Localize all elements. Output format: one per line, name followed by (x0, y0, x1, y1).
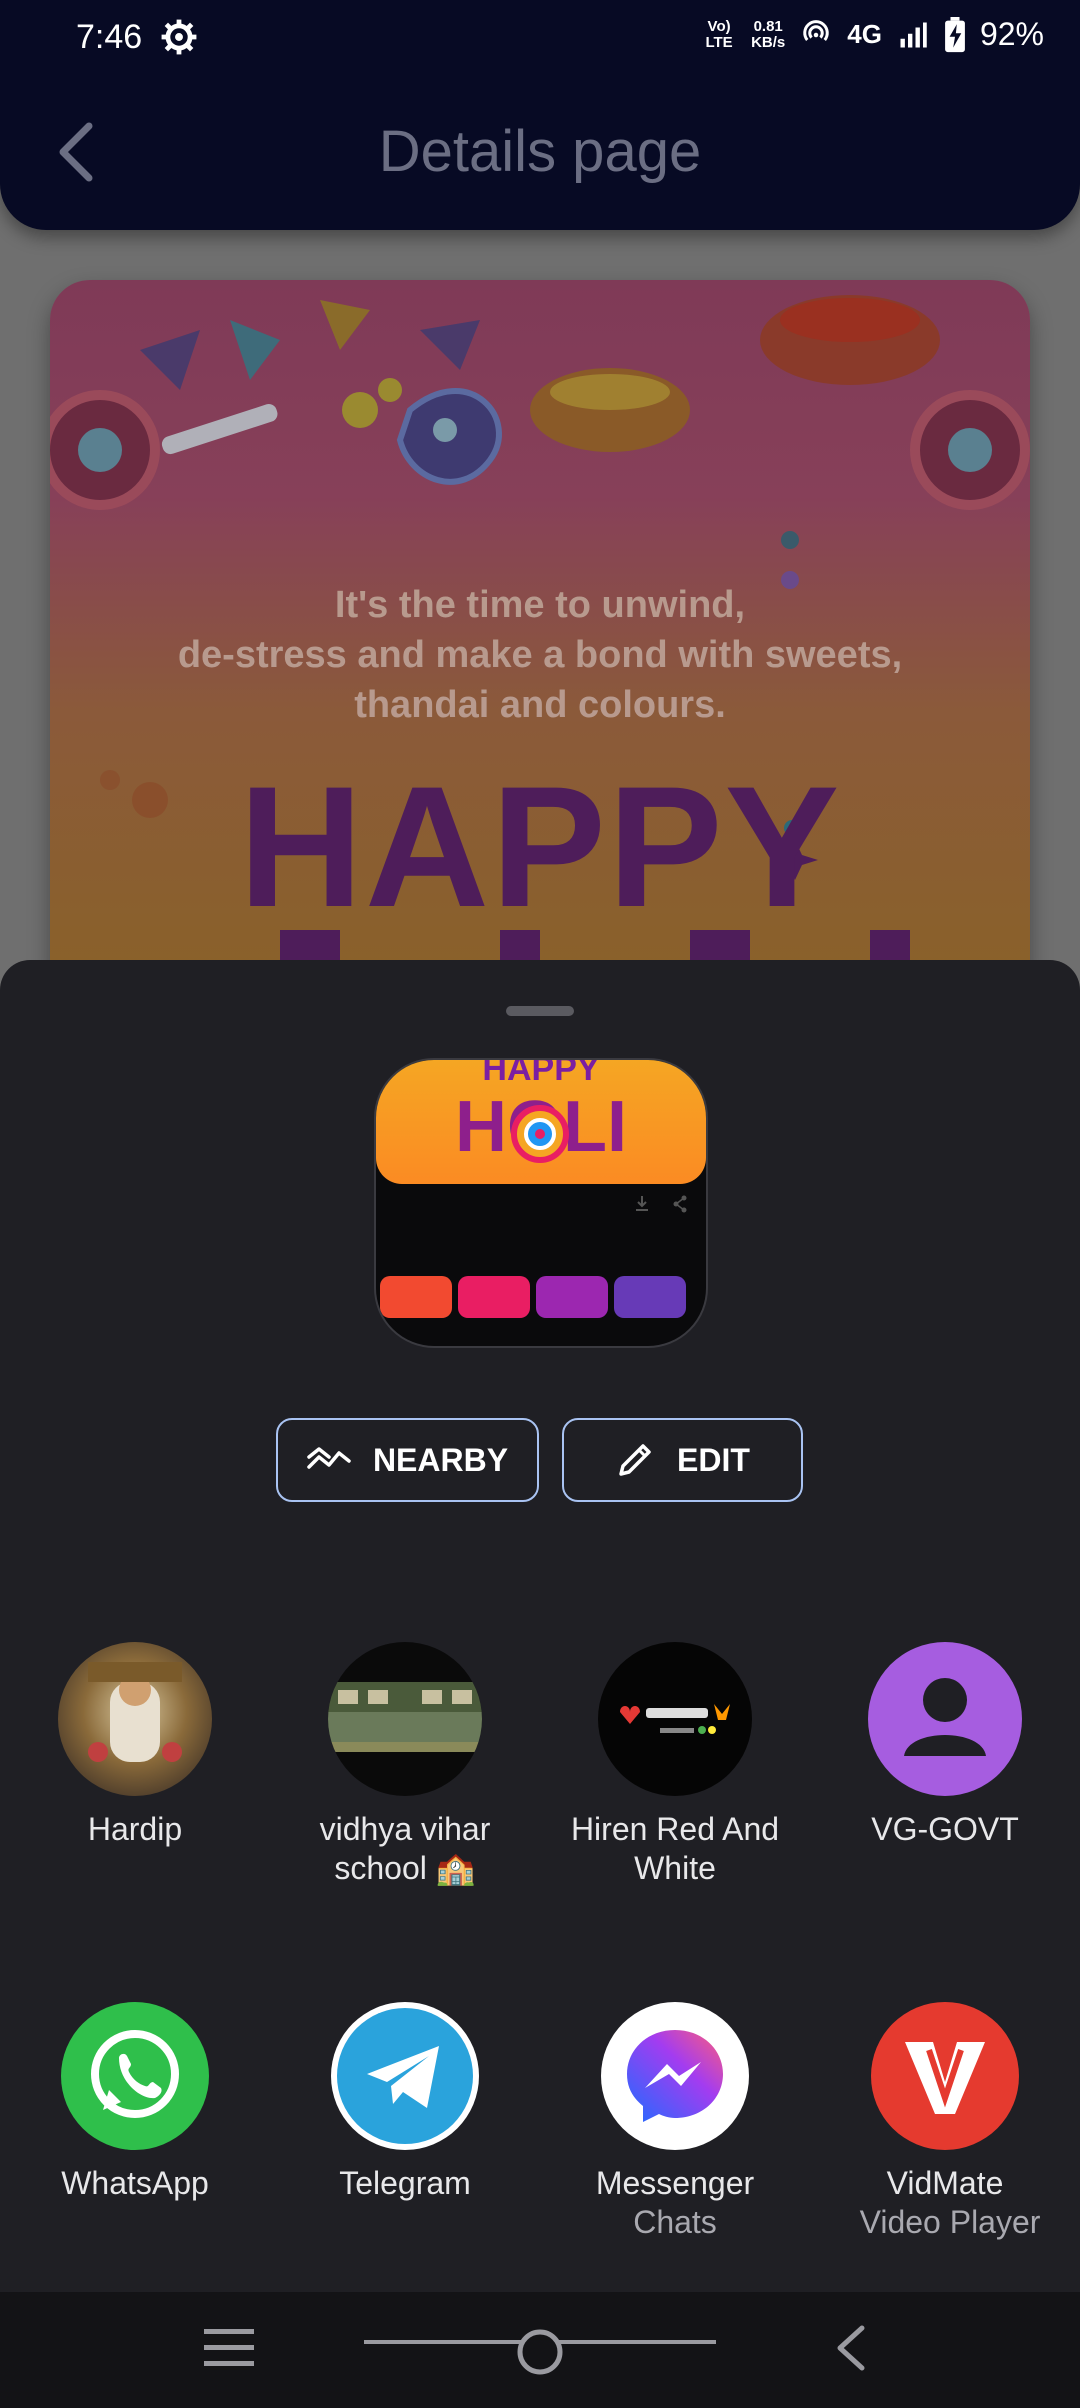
contact-name: vidhya vihar school 🏫 (319, 1811, 491, 1886)
app-name: WhatsApp (61, 2165, 209, 2201)
person-icon (868, 1642, 1022, 1796)
network-speed-value: 0.81 (753, 17, 783, 35)
contact-name: Hardip (87, 1811, 183, 1847)
share-target-contact[interactable]: VG-GOVT (810, 1642, 1080, 1849)
battery-percent: 92% (979, 16, 1044, 52)
sheet-drag-handle[interactable] (506, 1006, 574, 1016)
battery-charging-icon (945, 16, 965, 52)
settings-gear-icon (161, 19, 197, 55)
preview-download-share-icons (636, 1195, 687, 1213)
preview-word-top: HAPPY (482, 1058, 600, 1088)
deity-illustration (88, 1662, 182, 1762)
network-speed-unit: KB/s (751, 33, 786, 51)
app-name: VidMate (886, 2165, 1004, 2201)
swatch-purple (536, 1276, 608, 1318)
share-preview-thumbnail: HAPPY HOLI (374, 1058, 708, 1348)
share-sheet: HAPPY HOLI NEARBY (0, 960, 1080, 2292)
contact-photo-school-icon (328, 1642, 482, 1796)
messenger-icon (601, 2002, 749, 2150)
share-target-contact[interactable]: Hardip (0, 1642, 270, 1849)
app-name: Messenger (595, 2165, 755, 2201)
share-target-app-whatsapp[interactable]: WhatsApp (0, 2002, 270, 2203)
whatsapp-glyph (91, 2030, 179, 2118)
edit-button[interactable]: EDIT (562, 1418, 803, 1502)
greeting-quote: It's the time to unwind, de-stress and m… (90, 580, 990, 730)
vidmate-icon (871, 2002, 1019, 2150)
vidmate-glyph (905, 2042, 985, 2114)
greeting-headline: HAPPY (238, 751, 842, 943)
app-subtitle: Video Player (859, 2204, 1041, 2240)
status-time: 7:46 (76, 18, 143, 56)
mom-dad-logo-illustration (620, 1704, 730, 1734)
system-navigation-bar (0, 2292, 1080, 2408)
hotspot-icon (803, 19, 830, 41)
person-silhouette (904, 1678, 986, 1756)
nearby-share-button[interactable]: NEARBY (276, 1418, 539, 1502)
nearby-share-icon (307, 1447, 351, 1469)
rangoli-icon (511, 1105, 569, 1163)
network-speed: 0.81 KB/s (751, 17, 786, 51)
recent-apps-icon[interactable] (204, 2327, 254, 2369)
share-target-contact[interactable]: vidhya vihar school 🏫 (270, 1642, 540, 1888)
share-target-app-messenger[interactable]: Messenger Chats (540, 2002, 810, 2242)
home-icon[interactable] (364, 2322, 716, 2378)
quote-line-2: de-stress and make a bond with sweets, (177, 634, 903, 676)
holi-greeting-card: It's the time to unwind, de-stress and m… (50, 280, 1030, 1000)
nearby-label: NEARBY (372, 1441, 509, 1478)
contact-photo-mom-dad-icon (598, 1642, 752, 1796)
messenger-glyph (627, 2030, 723, 2122)
app-bar: 7:46 Vo) LTE 0.81 KB/s 4G 92% Details pa… (0, 0, 1080, 230)
status-bar: 7:46 Vo) LTE 0.81 KB/s 4G 92% (0, 0, 1080, 80)
network-type: 4G (847, 19, 882, 49)
telegram-glyph (337, 2008, 473, 2144)
pencil-icon (619, 1444, 651, 1476)
preview-banner: HAPPY HOLI (376, 1060, 706, 1184)
whatsapp-icon (61, 2002, 209, 2150)
volte-indicator: Vo) LTE (705, 17, 733, 51)
share-target-contact[interactable]: Hiren Red And White (540, 1642, 810, 1888)
app-subtitle: Chats (633, 2204, 717, 2240)
school-building-illustration (328, 1682, 482, 1752)
quote-line-3: thandai and colours. (354, 684, 726, 726)
swatch-pink (458, 1276, 530, 1318)
contact-name: Hiren Red And White (570, 1811, 780, 1886)
contact-photo-deity-icon (58, 1642, 212, 1796)
contact-name: VG-GOVT (871, 1811, 1019, 1847)
signal-icon (900, 22, 927, 47)
page-title: Details page (378, 119, 702, 184)
swatch-deep-purple (614, 1276, 686, 1318)
preview-color-swatches (380, 1276, 686, 1318)
edit-label: EDIT (677, 1441, 750, 1478)
share-target-app-telegram[interactable]: Telegram (270, 2002, 540, 2203)
status-indicators: Vo) LTE 0.81 KB/s 4G 92% (701, 16, 1044, 53)
app-name: Telegram (339, 2165, 471, 2201)
nav-back-icon[interactable] (830, 2320, 870, 2376)
swatch-red (380, 1276, 452, 1318)
share-target-app-vidmate[interactable]: VidMate Video Player (810, 2002, 1080, 2242)
quote-line-1: It's the time to unwind, (334, 584, 746, 626)
telegram-icon (331, 2002, 479, 2150)
